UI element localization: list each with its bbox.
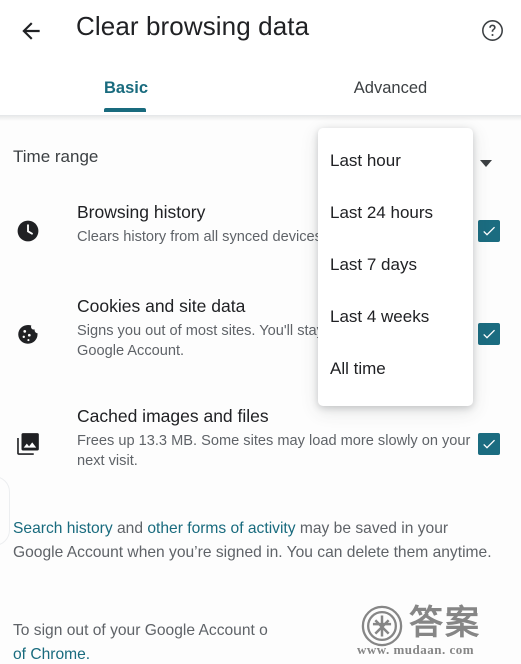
help-circle-icon [481, 19, 503, 41]
tab-selected-indicator [104, 108, 146, 112]
footnote-search-history: Search history and other forms of activi… [13, 517, 497, 564]
link-of-chrome[interactable]: of Chrome. [13, 646, 90, 663]
tab-advanced[interactable]: Advanced [318, 62, 463, 115]
option-description: Frees up 13.3 MB. Some sites may load mo… [77, 433, 471, 469]
page-title: Clear browsing data [76, 11, 310, 41]
footnote-sign-out: To sign out of your Google Account o of C… [13, 619, 497, 664]
option-title: Cached images and files [77, 406, 269, 426]
checkbox-browsing-history[interactable] [478, 220, 500, 242]
option-title: Cookies and site data [77, 296, 246, 316]
footnote-sign-out-head: To sign out of your Google Account o [13, 622, 268, 639]
option-row-cached-images[interactable]: Cached images and files Frees up 13.3 MB… [0, 403, 521, 493]
menu-item-all-time[interactable]: All time [318, 344, 473, 394]
check-icon [483, 329, 495, 339]
menu-item-last-4-weeks[interactable]: Last 4 weeks [318, 292, 473, 342]
link-other-forms-of-activity[interactable]: other forms of activity [147, 520, 295, 537]
chevron-down-icon[interactable] [480, 160, 492, 167]
check-icon [483, 226, 495, 236]
app-bar: Clear browsing data [0, 0, 521, 62]
arrow-back-icon [22, 22, 40, 40]
clock-icon [12, 215, 44, 247]
footnote-mid: and [112, 520, 148, 537]
check-icon [483, 439, 495, 449]
menu-item-last-24-hours[interactable]: Last 24 hours [318, 188, 473, 238]
link-search-history[interactable]: Search history [13, 520, 113, 537]
checkbox-cached-images[interactable] [478, 433, 500, 455]
photo-library-icon [12, 428, 44, 460]
menu-item-last-hour[interactable]: Last hour [318, 136, 473, 186]
clear-browsing-data-screen: Clear browsing data Basic Advanced Time … [0, 0, 521, 664]
menu-item-last-7-days[interactable]: Last 7 days [318, 240, 473, 290]
option-title: Browsing history [77, 202, 206, 222]
help-button[interactable] [471, 9, 513, 51]
checkbox-cookies[interactable] [478, 323, 500, 345]
time-range-label: Time range [13, 147, 99, 166]
back-button[interactable] [10, 10, 52, 52]
tab-bar: Basic Advanced [0, 62, 521, 115]
time-range-dropdown-menu[interactable]: Last hour Last 24 hours Last 7 days Last… [318, 128, 473, 406]
cookie-icon [12, 318, 44, 350]
